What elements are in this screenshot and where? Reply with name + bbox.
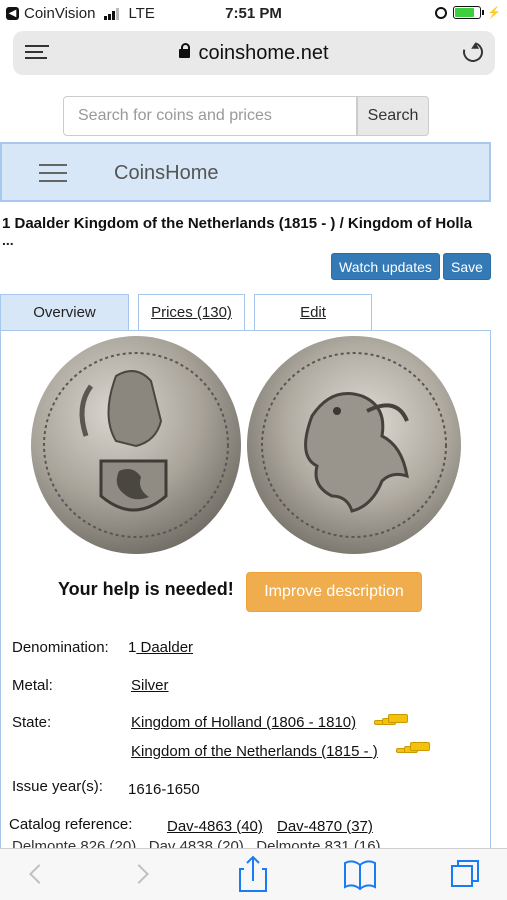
denomination-value: 1 Daalder xyxy=(128,639,194,656)
issue-years-value: 1616-1650 xyxy=(128,781,200,798)
state-label: State: xyxy=(12,714,52,731)
help-needed-text: Your help is needed! xyxy=(58,579,234,599)
tab-overview[interactable]: Overview xyxy=(0,294,129,330)
status-bar: ◀ CoinVision LTE 7:51 PM ⚡ xyxy=(0,0,507,28)
denomination-link[interactable]: Daalder xyxy=(136,639,194,656)
forward-icon[interactable] xyxy=(118,849,168,900)
bookmarks-icon[interactable] xyxy=(335,849,385,900)
tabs-icon[interactable] xyxy=(442,849,492,900)
catalog-reference-label: Catalog reference: xyxy=(9,816,133,833)
save-button[interactable]: Save xyxy=(443,253,491,280)
catalog-ref-link[interactable]: Dav-4863 (40) xyxy=(167,818,263,835)
issue-years-label: Issue year(s): xyxy=(12,778,103,795)
charging-icon: ⚡ xyxy=(487,7,501,19)
url-display[interactable]: coinshome.net xyxy=(13,42,495,65)
back-icon[interactable] xyxy=(12,849,62,900)
watch-updates-button[interactable]: Watch updates xyxy=(331,253,440,280)
catalog-ref-link[interactable]: Dav-4870 (37) xyxy=(277,818,373,835)
battery-icon xyxy=(453,6,485,19)
state-link-netherlands[interactable]: Kingdom of the Netherlands (1815 - ) xyxy=(131,743,378,760)
coin-reverse-image[interactable] xyxy=(247,336,461,554)
alarm-icon xyxy=(435,6,448,19)
search-input[interactable] xyxy=(63,96,357,136)
browser-toolbar xyxy=(0,848,507,900)
site-brand[interactable]: CoinsHome xyxy=(114,162,218,185)
site-navbar: CoinsHome xyxy=(0,142,491,202)
share-icon[interactable] xyxy=(228,849,278,900)
hamburger-menu-icon[interactable] xyxy=(39,164,67,188)
tab-edit[interactable]: Edit xyxy=(254,294,372,330)
clock: 7:51 PM xyxy=(225,5,282,22)
denomination-label: Denomination: xyxy=(12,639,109,656)
state-link-holland[interactable]: Kingdom of Holland (1806 - 1810) xyxy=(131,714,356,731)
money-stack-icon xyxy=(374,714,410,728)
tab-prices[interactable]: Prices (130) xyxy=(138,294,245,330)
metal-label: Metal: xyxy=(12,677,53,694)
browser-address-bar[interactable]: coinshome.net xyxy=(13,31,495,75)
coin-obverse-image[interactable] xyxy=(31,336,241,554)
money-stack-icon xyxy=(396,742,432,756)
tab-bar: Overview Prices (130) Edit xyxy=(0,294,491,330)
lock-icon xyxy=(179,43,191,58)
search-button[interactable]: Search xyxy=(357,96,429,136)
metal-link[interactable]: Silver xyxy=(131,677,169,694)
coin-title: 1 Daalder Kingdom of the Netherlands (18… xyxy=(2,215,473,232)
improve-description-button[interactable]: Improve description xyxy=(246,572,422,612)
title-ellipsis: ... xyxy=(2,232,14,248)
